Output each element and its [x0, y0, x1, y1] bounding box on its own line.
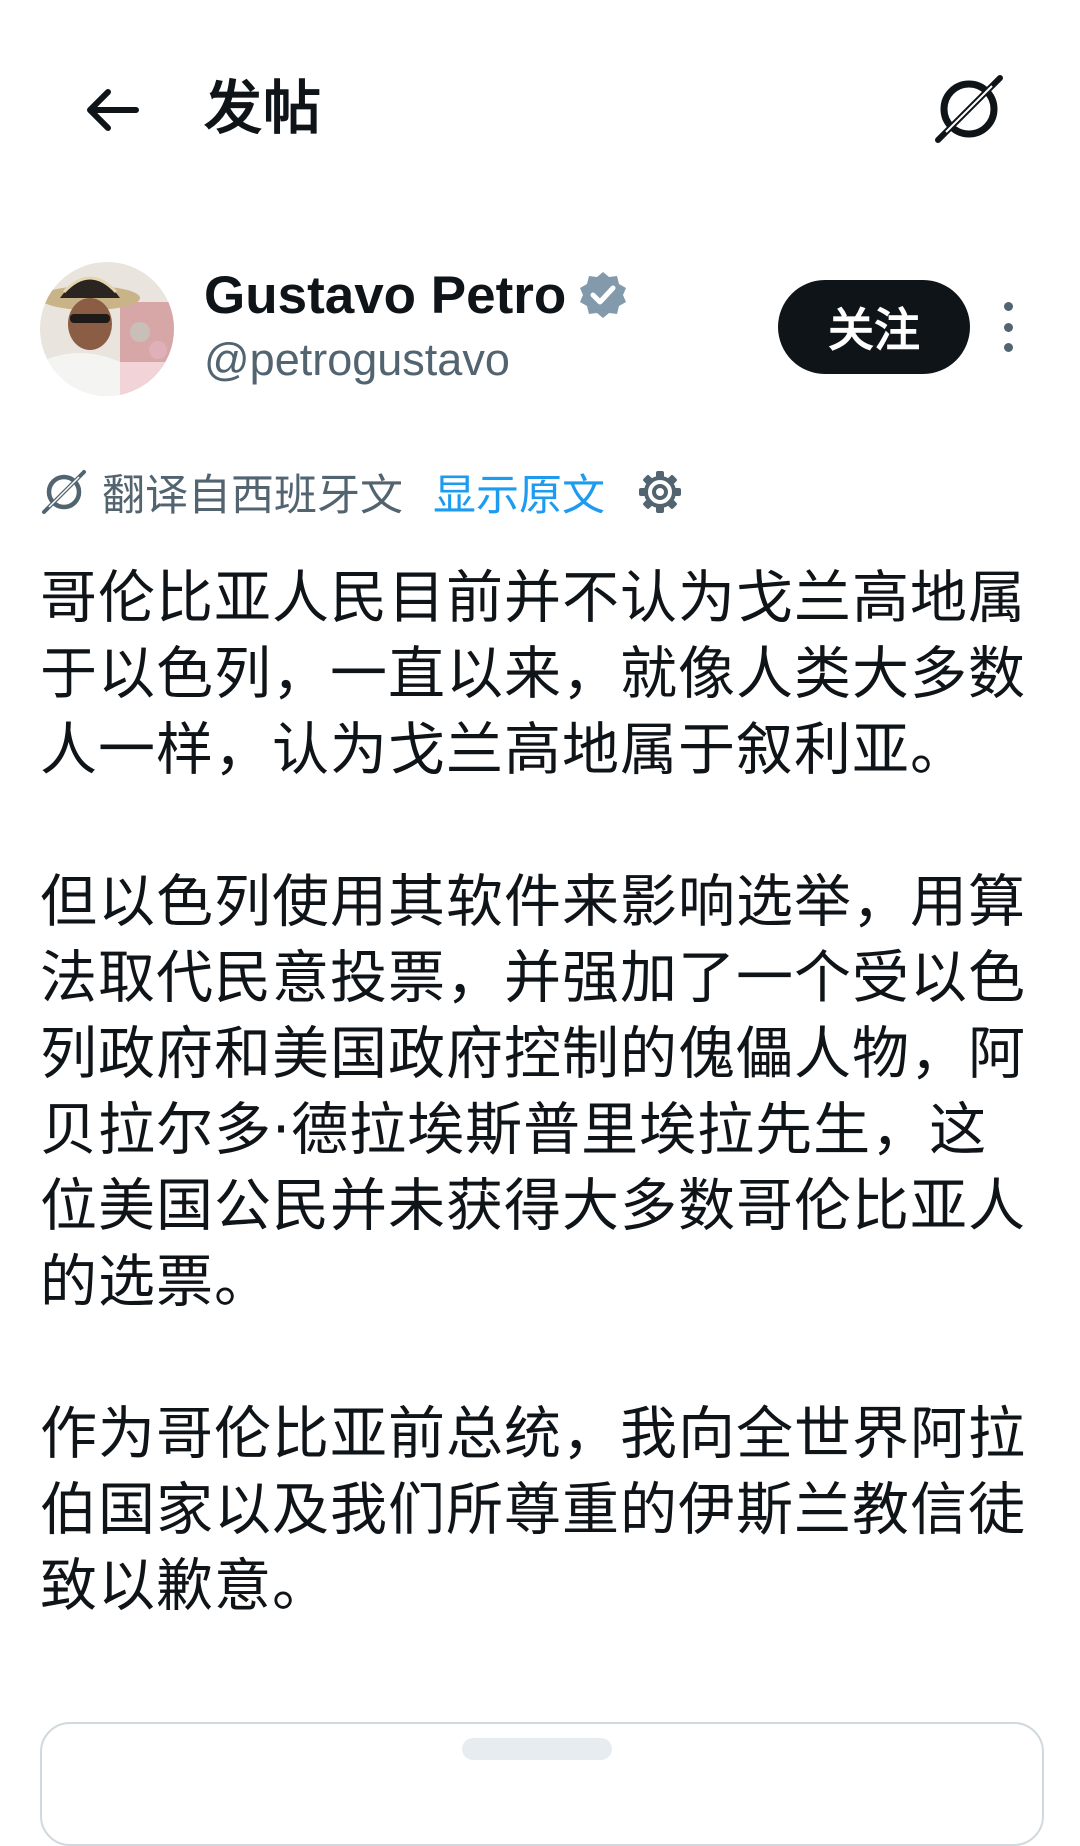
- media-card[interactable]: [40, 1722, 1044, 1846]
- gear-icon[interactable]: [637, 469, 683, 515]
- show-original-link[interactable]: 显示原文: [433, 461, 605, 523]
- back-button[interactable]: [72, 70, 152, 150]
- more-options-button[interactable]: [990, 302, 1026, 352]
- follow-button[interactable]: 关注: [778, 280, 970, 374]
- translation-label: 翻译自西班牙文: [102, 471, 403, 521]
- handle[interactable]: @petrogustavo: [204, 334, 628, 386]
- card-preview-placeholder: [462, 1738, 612, 1760]
- grok-translate-icon: [42, 470, 86, 514]
- author-row: Gustavo Petro @petrogustavo 关注: [0, 258, 1080, 398]
- tweet-text: 哥伦比亚人民目前并不认为戈兰高地属于以色列，一直以来，就像人类大多数人一样，认为…: [40, 560, 1040, 1700]
- tweet-paragraph: 哥伦比亚人民目前并不认为戈兰高地属于以色列，一直以来，就像人类大多数人一样，认为…: [40, 565, 1026, 783]
- tweet-paragraph: 作为哥伦比亚前总统，我向全世界阿拉伯国家以及我们所尊重的伊斯兰教信徒致以歉意。: [40, 1401, 1026, 1619]
- more-dot: [1003, 322, 1013, 332]
- more-dot: [1003, 343, 1013, 352]
- more-vertical-icon: [1003, 302, 1013, 311]
- avatar[interactable]: [40, 262, 174, 396]
- translation-bar: 翻译自西班牙文 显示原文: [40, 462, 683, 522]
- top-bar: 发帖: [0, 0, 1080, 216]
- page-title: 发帖: [204, 74, 323, 142]
- verified-badge-icon: [580, 272, 627, 318]
- tweet-paragraph: 但以色列使用其软件来影响选举，用算法取代民意投票，并强加了一个受以色列政府和美国…: [40, 869, 1026, 1315]
- display-name[interactable]: Gustavo Petro: [204, 265, 566, 326]
- author-info: Gustavo Petro @petrogustavo: [204, 258, 628, 386]
- arrow-left-icon: [87, 89, 139, 131]
- grok-button[interactable]: [924, 64, 1014, 154]
- grok-icon: [935, 75, 1003, 143]
- avatar-image: [40, 262, 174, 396]
- display-name-row: Gustavo Petro: [204, 258, 628, 332]
